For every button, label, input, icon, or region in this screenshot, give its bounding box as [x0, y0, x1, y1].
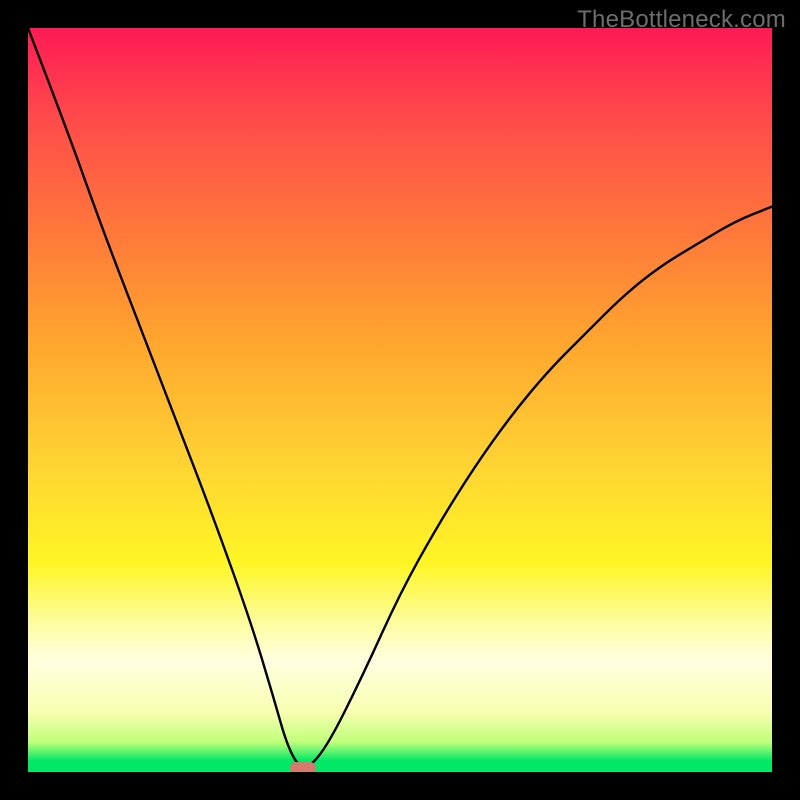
- plot-area: [28, 28, 772, 772]
- watermark-text: TheBottleneck.com: [577, 6, 786, 34]
- bottleneck-curve: [28, 28, 772, 772]
- minimum-marker: [290, 762, 316, 772]
- chart-frame: TheBottleneck.com: [0, 0, 800, 800]
